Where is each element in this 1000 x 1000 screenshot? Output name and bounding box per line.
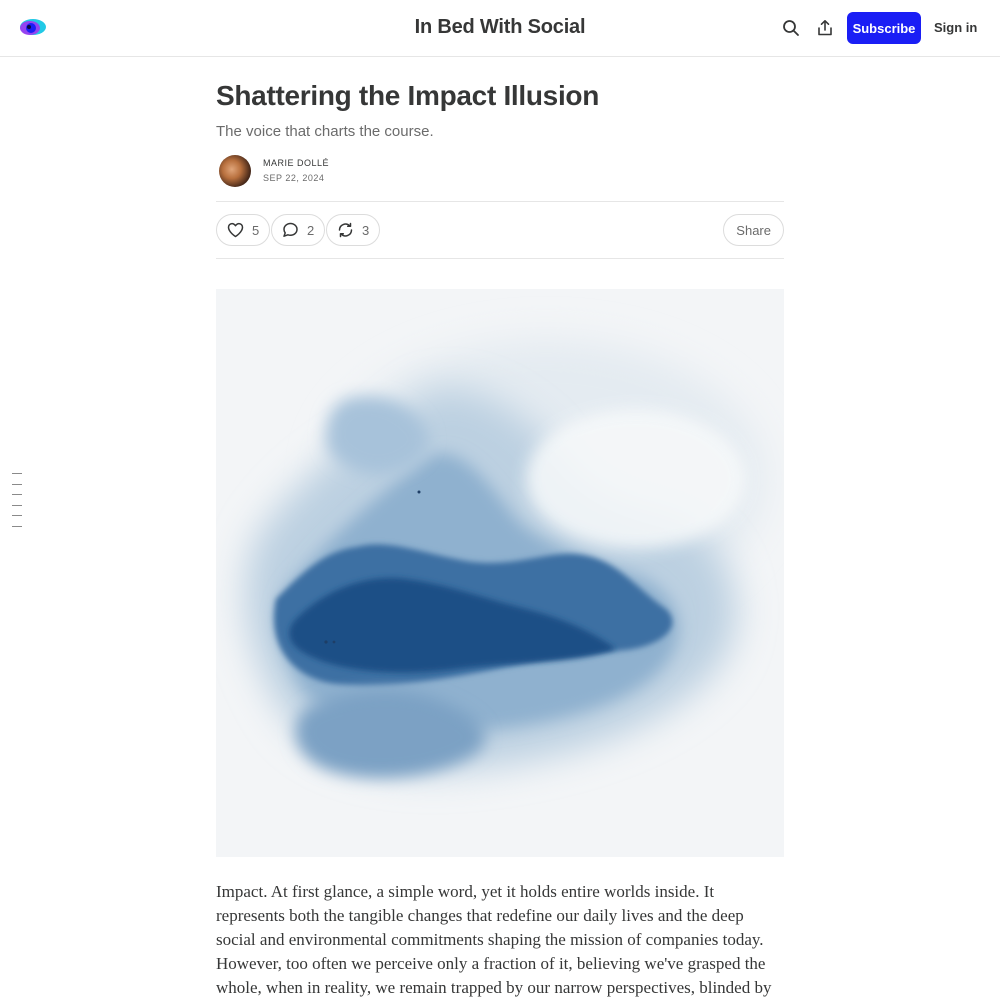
author-avatar[interactable]: [219, 155, 251, 187]
table-of-contents: [12, 473, 24, 536]
post-body: Impact. At first glance, a simple word, …: [216, 882, 772, 997]
toc-item[interactable]: [12, 483, 22, 485]
hero-image[interactable]: [216, 289, 784, 857]
like-button[interactable]: 5: [216, 214, 271, 246]
share-label: Share: [736, 222, 771, 238]
comment-icon: [283, 222, 298, 237]
byline: MARIE DOLLÉ SEP 22, 2024: [216, 155, 784, 189]
restack-icon: [338, 222, 353, 238]
author-name[interactable]: MARIE DOLLÉ: [263, 158, 329, 168]
share-button[interactable]: Share: [723, 214, 784, 246]
subscribe-button[interactable]: Subscribe: [847, 12, 921, 44]
toc-item[interactable]: [12, 494, 22, 495]
restack-count: 3: [362, 222, 370, 238]
toc-item[interactable]: [12, 525, 22, 527]
toc-item[interactable]: [12, 515, 22, 516]
share-icon[interactable]: [814, 17, 836, 39]
post-actions-bar: 5 2 3 Share: [216, 201, 784, 259]
site-header: In Bed With Social Subscribe Sign in: [0, 0, 1000, 57]
article-header: Shattering the Impact Illusion The voice…: [216, 57, 784, 259]
comment-count: 2: [307, 222, 315, 238]
restack-button[interactable]: 3: [326, 214, 381, 246]
signin-link[interactable]: Sign in: [934, 20, 977, 35]
toc-item[interactable]: [12, 504, 22, 506]
heart-icon: [227, 222, 244, 238]
like-count: 5: [252, 222, 260, 238]
search-icon[interactable]: [780, 17, 802, 39]
comment-button[interactable]: 2: [271, 214, 326, 246]
post-title: Shattering the Impact Illusion: [216, 80, 600, 111]
post-subtitle: The voice that charts the course.: [216, 123, 434, 140]
toc-item[interactable]: [12, 473, 22, 474]
post-date: SEP 22, 2024: [263, 173, 325, 183]
